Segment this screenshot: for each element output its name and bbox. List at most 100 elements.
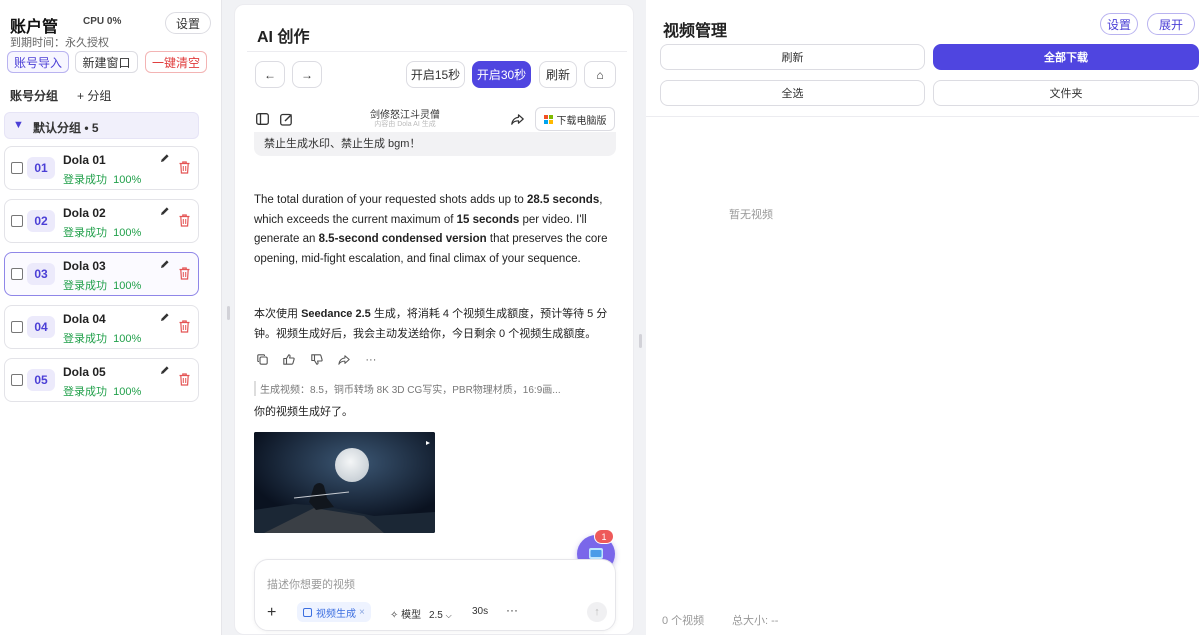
video-thumbnail[interactable] bbox=[254, 432, 435, 533]
copy-icon[interactable] bbox=[257, 354, 268, 368]
edit-icon[interactable] bbox=[159, 205, 171, 217]
right-settings-button[interactable]: 设置 bbox=[1100, 13, 1138, 35]
triangle-down-icon: ▼ bbox=[13, 119, 24, 131]
prompt-input-box[interactable]: 描述你想要的视频 + 视频生成 × ✧ 模型 2.5 ⌵ 30s ··· ↑ bbox=[254, 559, 616, 631]
home-icon: ⌂ bbox=[596, 67, 604, 82]
send-button[interactable]: ↑ bbox=[587, 602, 607, 622]
group-header-default[interactable]: ▼ 默认分组 • 5 bbox=[4, 112, 199, 139]
account-checkbox[interactable] bbox=[11, 162, 23, 174]
resize-handle-right[interactable] bbox=[639, 334, 642, 348]
model-version: 2.5 bbox=[428, 610, 443, 621]
open-15s-button[interactable]: 开启15秒 bbox=[406, 61, 465, 88]
account-status: 登录成功 100% bbox=[63, 227, 142, 239]
share-icon[interactable] bbox=[511, 114, 524, 125]
chevron-down-icon: ⌵ bbox=[445, 611, 452, 620]
select-all-button[interactable]: 全选 bbox=[660, 80, 925, 106]
new-chat-icon[interactable] bbox=[280, 113, 293, 126]
prompt-text: 禁止生成水印、禁止生成 bgm！ bbox=[264, 138, 421, 150]
account-name: Dola 05 bbox=[63, 365, 106, 379]
trash-icon[interactable] bbox=[178, 160, 190, 174]
divider bbox=[247, 51, 627, 52]
account-status: 登录成功 100% bbox=[63, 174, 142, 186]
account-card[interactable]: 01 Dola 01 登录成功 100% bbox=[4, 146, 199, 190]
account-checkbox[interactable] bbox=[11, 321, 23, 333]
model-label: 模型 bbox=[401, 610, 422, 621]
account-card[interactable]: 04 Dola 04 登录成功 100% bbox=[4, 305, 199, 349]
account-status: 登录成功 100% bbox=[63, 280, 142, 292]
account-name: Dola 03 bbox=[63, 259, 106, 273]
account-number: 02 bbox=[27, 210, 55, 232]
user-prompt-bubble: 禁止生成水印、禁止生成 bgm！ bbox=[254, 132, 616, 156]
account-checkbox[interactable] bbox=[11, 268, 23, 280]
thumbs-up-icon[interactable] bbox=[283, 354, 296, 368]
chip-close-icon[interactable]: × bbox=[359, 607, 365, 618]
trash-icon[interactable] bbox=[178, 213, 190, 227]
edit-icon[interactable] bbox=[159, 364, 171, 376]
trash-icon[interactable] bbox=[178, 319, 190, 333]
import-accounts-button[interactable]: 账号导入 bbox=[7, 51, 69, 73]
video-ready-text: 你的视频生成好了。 bbox=[254, 406, 353, 418]
add-group-button[interactable]: + 分组 bbox=[77, 87, 111, 104]
download-all-button[interactable]: 全部下载 bbox=[933, 44, 1199, 70]
edit-icon[interactable] bbox=[159, 258, 171, 270]
edit-icon[interactable] bbox=[159, 152, 171, 164]
forward-button[interactable]: → bbox=[292, 61, 322, 88]
prompt-input-placeholder[interactable]: 描述你想要的视频 bbox=[267, 576, 355, 592]
home-button[interactable]: ⌂ bbox=[584, 61, 616, 88]
account-card[interactable]: 02 Dola 02 登录成功 100% bbox=[4, 199, 199, 243]
video-generation-chip[interactable]: 视频生成 × bbox=[297, 602, 371, 622]
refresh-button[interactable]: 刷新 bbox=[539, 61, 577, 88]
ai-creation-panel: AI 创作 ← → 开启15秒 开启30秒 刷新 ⌂ 剑修怒江斗灵僧 内容由 D… bbox=[234, 4, 634, 635]
account-number: 03 bbox=[27, 263, 55, 285]
edit-icon[interactable] bbox=[159, 311, 171, 323]
account-checkbox[interactable] bbox=[11, 215, 23, 227]
arrow-up-icon: ↑ bbox=[594, 606, 600, 618]
trash-icon[interactable] bbox=[178, 266, 190, 280]
resize-handle-left[interactable] bbox=[227, 306, 230, 320]
account-number: 01 bbox=[27, 157, 55, 179]
trash-icon[interactable] bbox=[178, 372, 190, 386]
share-message-icon[interactable] bbox=[338, 354, 350, 368]
back-button[interactable]: ← bbox=[255, 61, 285, 88]
chat-subtitle: 内容由 Dola AI 生成 bbox=[374, 121, 436, 128]
chip-label: 视频生成 bbox=[316, 608, 356, 620]
more-icon[interactable]: ··· bbox=[365, 354, 376, 366]
group-label: 账号分组 bbox=[10, 89, 59, 103]
account-status: 登录成功 100% bbox=[63, 333, 142, 345]
clear-all-button[interactable]: 一键清空 bbox=[145, 51, 207, 73]
left-settings-button[interactable]: 设置 bbox=[165, 12, 211, 34]
right-title: 视频管理 bbox=[663, 23, 728, 40]
account-name: Dola 01 bbox=[63, 153, 106, 167]
mid-title: AI 创作 bbox=[257, 29, 310, 46]
account-number: 05 bbox=[27, 369, 55, 391]
account-name: Dola 04 bbox=[63, 312, 106, 326]
folder-button[interactable]: 文件夹 bbox=[933, 80, 1199, 106]
expand-button[interactable]: 展开 bbox=[1147, 13, 1195, 35]
more-options-icon[interactable]: ··· bbox=[506, 603, 518, 617]
download-desktop-label: 下载电脑版 bbox=[556, 115, 607, 127]
account-card[interactable]: 05 Dola 05 登录成功 100% bbox=[4, 358, 199, 402]
download-desktop-button[interactable]: 下载电脑版 bbox=[535, 107, 615, 131]
assistant-reply-cn: 本次使用 Seedance 2.5 生成，将消耗 4 个视频生成额度，预计等待 … bbox=[254, 308, 608, 340]
group-name: 默认分组 • 5 bbox=[33, 121, 99, 135]
model-selector[interactable]: ✧ 模型 2.5 ⌵ bbox=[390, 606, 452, 621]
sparkle-icon: ✧ bbox=[390, 610, 399, 621]
video-management-panel: 视频管理 设置 展开 刷新 全部下载 全选 文件夹 暂无视频 0 个视频 总大小… bbox=[646, 0, 1199, 635]
account-checkbox[interactable] bbox=[11, 374, 23, 386]
new-window-button[interactable]: 新建窗口 bbox=[75, 51, 138, 73]
sidebar-toggle-icon[interactable] bbox=[256, 113, 269, 125]
generation-note: 生成视频：8.5，铜币转场 8K 3D CG写实，PBR物理材质，16:9画..… bbox=[254, 381, 561, 396]
video-chip-icon bbox=[303, 607, 312, 617]
account-number: 04 bbox=[27, 316, 55, 338]
account-card[interactable]: 03 Dola 03 登录成功 100% bbox=[4, 252, 199, 296]
thumbs-down-icon[interactable] bbox=[310, 354, 323, 368]
empty-state-text: 暂无视频 bbox=[729, 209, 773, 221]
plus-icon[interactable]: + bbox=[267, 604, 276, 622]
divider bbox=[646, 116, 1199, 117]
expiry-text: 到期时间：永久授权 bbox=[10, 37, 109, 49]
open-30s-button[interactable]: 开启30秒 bbox=[472, 61, 531, 88]
duration-selector[interactable]: 30s bbox=[472, 606, 488, 617]
cpu-usage: CPU 0% bbox=[83, 16, 122, 27]
refresh-videos-button[interactable]: 刷新 bbox=[660, 44, 925, 70]
notification-badge: 1 bbox=[594, 529, 614, 544]
